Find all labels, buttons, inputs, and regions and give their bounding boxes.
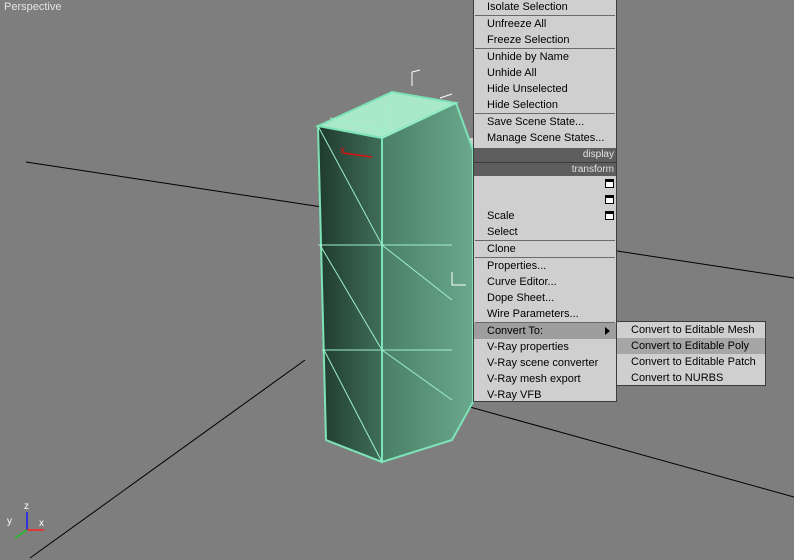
menu-item-label: V-Ray mesh export (487, 373, 581, 385)
menu-item-label: Properties... (487, 260, 547, 272)
menu-item-clone[interactable]: Clone (474, 241, 616, 257)
submenu-item-editable-poly[interactable]: Convert to Editable Poly (617, 338, 765, 354)
axis-x-label: x (39, 518, 44, 529)
menu-item-label: V-Ray VFB (487, 389, 542, 401)
menu-item-label: Dope Sheet... (487, 292, 555, 304)
axis-z-label: z (24, 501, 29, 512)
submenu-arrow-icon (605, 327, 610, 335)
menu-item-label: Manage Scene States... (487, 132, 605, 144)
menu-item-label: Unfreeze All (487, 18, 547, 30)
menu-item-label: V-Ray properties (487, 341, 569, 353)
menu-item-convert-to[interactable]: Convert To: (474, 323, 616, 339)
quad-menu: Isolate Selection Unfreeze All Freeze Se… (473, 0, 617, 402)
submenu-item-nurbs[interactable]: Convert to NURBS (617, 370, 765, 386)
menu-item-move[interactable] (474, 176, 616, 192)
menu-item-label: Save Scene State... (487, 116, 585, 128)
menu-item-scale[interactable]: Scale (474, 208, 616, 224)
submenu-item-editable-mesh[interactable]: Convert to Editable Mesh (617, 322, 765, 338)
viewport-scene: x z x y (7, 69, 794, 559)
menu-item-label: Unhide by Name (487, 51, 569, 63)
perspective-viewport[interactable]: x z x y Perspective (0, 0, 794, 560)
menu-item-unfreeze-all[interactable]: Unfreeze All (474, 16, 616, 32)
menu-item-label: Convert To: (487, 325, 544, 337)
menu-item-label: Hide Selection (487, 99, 558, 111)
menu-item-vray-vfb[interactable]: V-Ray VFB (474, 387, 616, 403)
menu-item-label: Isolate Selection (487, 1, 568, 13)
quad-header-display[interactable]: display (474, 148, 616, 162)
menu-item-vray-mesh-export[interactable]: V-Ray mesh export (474, 371, 616, 387)
convert-to-submenu: Convert to Editable Mesh Convert to Edit… (616, 321, 766, 386)
viewport-label[interactable]: Perspective (4, 1, 61, 13)
menu-item-label: Freeze Selection (487, 34, 570, 46)
settings-box-icon[interactable] (605, 179, 614, 188)
menu-item-dope-sheet[interactable]: Dope Sheet... (474, 290, 616, 306)
menu-item-hide-unselected[interactable]: Hide Unselected (474, 81, 616, 97)
gizmo-x-label: x (340, 145, 345, 156)
menu-item-vray-scene-converter[interactable]: V-Ray scene converter (474, 355, 616, 371)
menu-item-unhide-all[interactable]: Unhide All (474, 65, 616, 81)
axis-y-label: y (7, 516, 12, 527)
menu-item-label: Wire Parameters... (487, 308, 579, 320)
menu-item-label: V-Ray scene converter (487, 357, 599, 369)
menu-item-save-scene-state[interactable]: Save Scene State... (474, 114, 616, 130)
menu-item-label: Clone (487, 243, 516, 255)
menu-item-label: Unhide All (487, 67, 537, 79)
menu-item-label: Scale (487, 210, 515, 222)
menu-item-label: Curve Editor... (487, 276, 557, 288)
menu-item-label: Select (487, 226, 518, 238)
menu-item-isolate-selection[interactable]: Isolate Selection (474, 0, 616, 15)
menu-item-label: Hide Unselected (487, 83, 568, 95)
quad-header-transform[interactable]: transform (474, 162, 616, 176)
menu-item-wire-parameters[interactable]: Wire Parameters... (474, 306, 616, 322)
menu-item-freeze-selection[interactable]: Freeze Selection (474, 32, 616, 48)
settings-box-icon[interactable] (605, 195, 614, 204)
menu-item-unhide-by-name[interactable]: Unhide by Name (474, 49, 616, 65)
submenu-item-editable-patch[interactable]: Convert to Editable Patch (617, 354, 765, 370)
menu-item-rotate[interactable] (474, 192, 616, 208)
menu-item-select[interactable]: Select (474, 224, 616, 240)
settings-box-icon[interactable] (605, 211, 614, 220)
menu-item-curve-editor[interactable]: Curve Editor... (474, 274, 616, 290)
menu-item-hide-selection[interactable]: Hide Selection (474, 97, 616, 113)
menu-item-manage-scene-states[interactable]: Manage Scene States... (474, 130, 616, 146)
menu-item-properties[interactable]: Properties... (474, 258, 616, 274)
menu-item-vray-properties[interactable]: V-Ray properties (474, 339, 616, 355)
